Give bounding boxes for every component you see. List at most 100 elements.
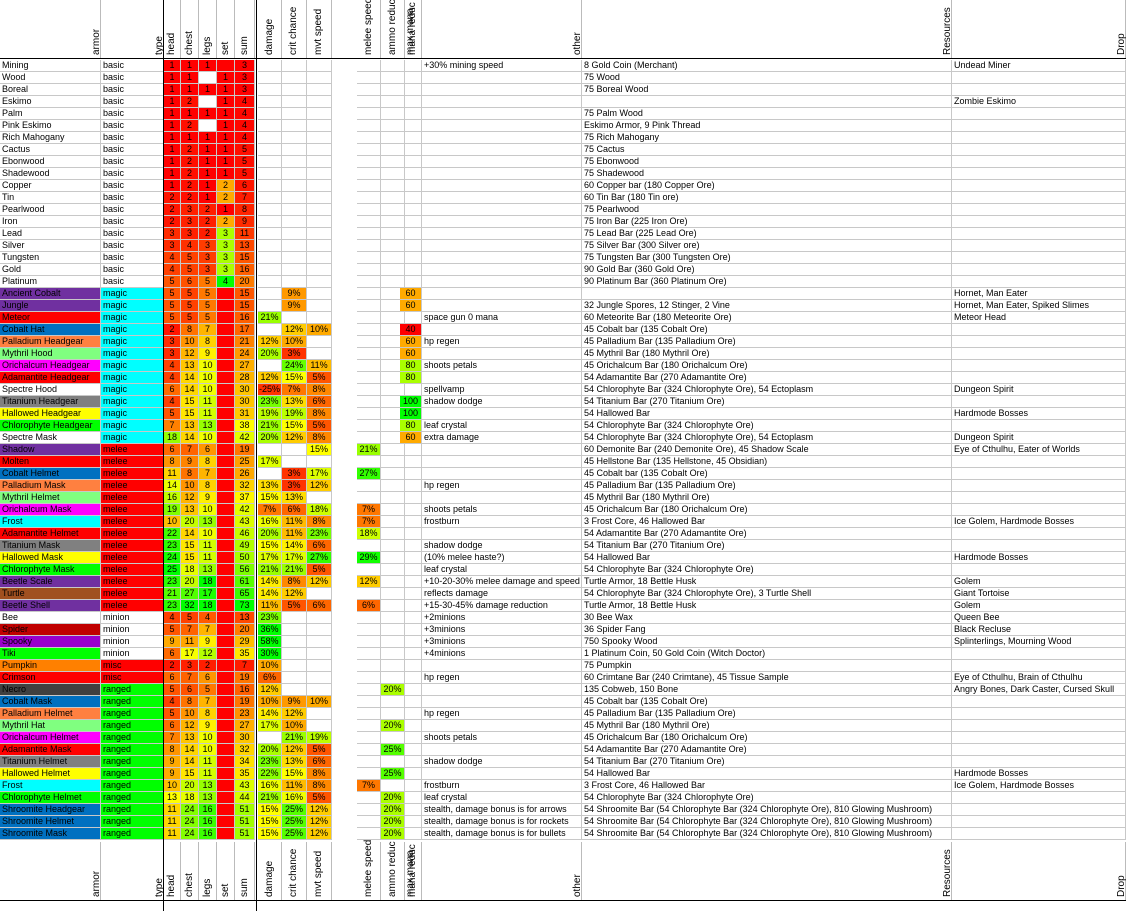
header-drop: Drop bbox=[952, 0, 1126, 58]
cell-armor: Spider bbox=[0, 624, 101, 636]
cell-melee bbox=[357, 480, 381, 492]
cell-melee bbox=[357, 312, 381, 324]
cell-sum: 29 bbox=[235, 636, 255, 648]
cell-type: basic bbox=[101, 168, 164, 180]
cell-crit: 12% bbox=[282, 432, 307, 444]
cell-set bbox=[217, 396, 235, 408]
cell-head: 1 bbox=[164, 132, 181, 144]
cell-head: 5 bbox=[164, 300, 181, 312]
cell-resources: 75 Silver Bar (300 Silver ore) bbox=[582, 240, 952, 252]
cell-melee bbox=[357, 456, 381, 468]
header-resources-label: Resources bbox=[942, 849, 953, 897]
cell-other bbox=[422, 744, 582, 756]
cell-sum: 7 bbox=[235, 660, 255, 672]
cell-crit: 14% bbox=[282, 540, 307, 552]
cell-damage: 13% bbox=[258, 480, 282, 492]
cell-drop bbox=[952, 660, 1126, 672]
cell-legs: 13 bbox=[199, 564, 217, 576]
cell-maxmana bbox=[400, 672, 422, 684]
cell-damage bbox=[258, 192, 282, 204]
cell-other: space gun 0 mana bbox=[422, 312, 582, 324]
header-head-label: head bbox=[166, 874, 177, 897]
cell-legs: 2 bbox=[199, 660, 217, 672]
cell-maxmana bbox=[400, 108, 422, 120]
cell-mvt bbox=[307, 720, 332, 732]
cell-damage: 15% bbox=[258, 492, 282, 504]
cell-set bbox=[217, 348, 235, 360]
cell-melee bbox=[357, 660, 381, 672]
cell-legs: 16 bbox=[199, 828, 217, 840]
cell-legs: 5 bbox=[199, 288, 217, 300]
cell-melee: 7% bbox=[357, 780, 381, 792]
cell-damage bbox=[258, 96, 282, 108]
cell-melee bbox=[357, 564, 381, 576]
cell-melee bbox=[357, 348, 381, 360]
cell-mvt bbox=[307, 156, 332, 168]
cell-melee bbox=[357, 192, 381, 204]
cell-set: 2 bbox=[217, 192, 235, 204]
cell-head: 8 bbox=[164, 744, 181, 756]
cell-set: 4 bbox=[217, 276, 235, 288]
cell-legs: 1 bbox=[199, 180, 217, 192]
cell-head: 9 bbox=[164, 768, 181, 780]
cell-mvt: 5% bbox=[307, 564, 332, 576]
cell-resources: 54 Chlorophyte Bar (324 Chlorophyte Ore) bbox=[582, 792, 952, 804]
cell-damage: 30% bbox=[258, 648, 282, 660]
cell-type: basic bbox=[101, 108, 164, 120]
cell-damage: 36% bbox=[258, 624, 282, 636]
table-row: Pumpkin misc 2 3 2 7 10% 75 Pumpkin bbox=[0, 660, 1126, 672]
cell-type: ranged bbox=[101, 792, 164, 804]
cell-set bbox=[217, 672, 235, 684]
cell-type: magic bbox=[101, 408, 164, 420]
cell-sum: 26 bbox=[235, 468, 255, 480]
cell-resources: 54 Adamantite Bar (270 Adamantite Ore) bbox=[582, 744, 952, 756]
cell-drop bbox=[952, 492, 1126, 504]
header-legs-label: legs bbox=[202, 878, 213, 897]
cell-other: +10-20-30% melee damage and speed bbox=[422, 576, 582, 588]
cell-damage: 20% bbox=[258, 348, 282, 360]
cell-sum: 43 bbox=[235, 516, 255, 528]
cell-melee bbox=[357, 612, 381, 624]
cell-other: leaf crystal bbox=[422, 792, 582, 804]
cell-sum: 13 bbox=[235, 612, 255, 624]
table-row: Cobalt Hatmagic2871712%10%14%4045 Cobalt… bbox=[0, 324, 1126, 336]
cell-head: 5 bbox=[164, 408, 181, 420]
cell-chest: 13 bbox=[181, 420, 199, 432]
cell-damage bbox=[258, 240, 282, 252]
cell-damage: 20% bbox=[258, 744, 282, 756]
cell-melee bbox=[357, 828, 381, 840]
column-separator bbox=[256, 0, 257, 911]
cell-armor: Titanium Headgear bbox=[0, 396, 101, 408]
cell-damage: 21% bbox=[258, 792, 282, 804]
cell-set: 1 bbox=[217, 204, 235, 216]
cell-legs: 17 bbox=[199, 588, 217, 600]
cell-drop: Eye of Cthulhu, Eater of Worlds bbox=[952, 444, 1126, 456]
cell-set bbox=[217, 828, 235, 840]
cell-type: melee bbox=[101, 576, 164, 588]
cell-resources: 54 Chlorophyte Bar (324 Chlorophyte Ore)… bbox=[582, 432, 952, 444]
cell-armor: Pink Eskimo bbox=[0, 120, 101, 132]
cell-mvt bbox=[307, 120, 332, 132]
cell-legs: 8 bbox=[199, 336, 217, 348]
table-row: Necro ranged 5 6 5 16 12% 20% 135 Cobweb, 150 Bo… bbox=[0, 684, 1126, 696]
cell-damage: 14% bbox=[258, 576, 282, 588]
cell-resources: 75 Wood bbox=[582, 72, 952, 84]
cell-damage bbox=[258, 468, 282, 480]
cell-sum: 35 bbox=[235, 648, 255, 660]
cell-armor: Spooky bbox=[0, 636, 101, 648]
header-crit-label: crit chance bbox=[288, 848, 299, 897]
cell-mvt: 6% bbox=[307, 540, 332, 552]
cell-resources: 36 Spider Fang bbox=[582, 624, 952, 636]
cell-resources: 30 Bee Wax bbox=[582, 612, 952, 624]
header-armor-label: armor bbox=[91, 28, 102, 55]
cell-maxmana bbox=[400, 660, 422, 672]
cell-crit: 19% bbox=[282, 408, 307, 420]
cell-damage: 17% bbox=[258, 720, 282, 732]
cell-drop bbox=[952, 456, 1126, 468]
cell-head: 11 bbox=[164, 804, 181, 816]
cell-chest: 20 bbox=[181, 576, 199, 588]
cell-sum: 19 bbox=[235, 696, 255, 708]
cell-chest: 10 bbox=[181, 480, 199, 492]
cell-set bbox=[217, 720, 235, 732]
cell-mvt: 17% bbox=[307, 468, 332, 480]
